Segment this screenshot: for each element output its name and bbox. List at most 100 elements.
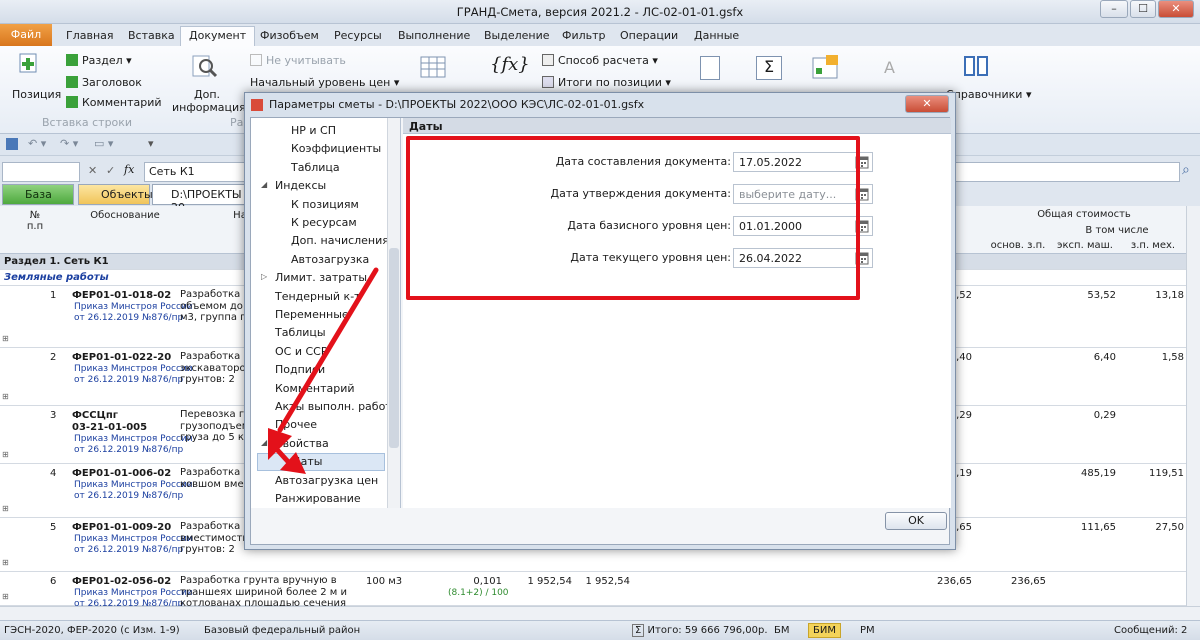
expand-icon[interactable]: ⊞ [2, 592, 9, 601]
undo-icon[interactable]: ↶ ▾ [28, 137, 46, 150]
tree-item[interactable]: Комментарий [275, 382, 355, 395]
tab-operations[interactable]: Операции [620, 29, 678, 42]
table-icon[interactable] [420, 56, 446, 80]
row-order-date[interactable]: от 26.12.2019 №876/пр [74, 491, 183, 501]
tree-item[interactable]: Автозагрузка цен [275, 474, 378, 487]
confirm-edit-icon[interactable]: ✓ [106, 164, 115, 177]
objects-button[interactable]: Объекты [78, 184, 153, 205]
row-order-link[interactable]: Приказ Минстроя России [74, 364, 193, 374]
tree-item[interactable]: Таблица [291, 161, 340, 174]
tree-scrollbar[interactable] [387, 118, 400, 508]
tree-scroll-thumb[interactable] [389, 248, 399, 448]
text-icon[interactable]: A [884, 58, 904, 80]
search-icon[interactable]: ⌕ [1182, 162, 1190, 178]
document-icon[interactable] [700, 56, 720, 80]
row-order-link[interactable]: Приказ Минстроя России [74, 434, 193, 444]
handbooks-button[interactable]: Справочники ▾ [946, 88, 1031, 101]
function-icon[interactable]: {fx} [490, 54, 530, 75]
minimize-button[interactable]: – [1100, 0, 1128, 18]
calc-method-button[interactable]: Способ расчета ▾ [542, 54, 658, 67]
tree-item[interactable]: Автозагрузка [291, 253, 369, 266]
file-path-tab[interactable]: D:\ПРОЕКТЫ 20 [152, 184, 248, 214]
tree-expander-icon[interactable]: ◢ [261, 180, 267, 189]
tree-item[interactable]: К позициям [291, 198, 359, 211]
tab-document[interactable]: Документ [180, 26, 256, 46]
tree-item[interactable]: Ранжирование [275, 492, 361, 505]
heading-button[interactable]: Заголовок [66, 76, 142, 89]
tree-item[interactable]: Доп. начисления [291, 234, 389, 247]
ok-button[interactable]: OK [885, 512, 947, 530]
price-level-button[interactable]: Начальный уровень цен ▾ [250, 76, 399, 89]
status-messages[interactable]: Сообщений: 2 [1114, 625, 1187, 636]
tree-item[interactable]: Переменные [275, 308, 349, 321]
tree-item[interactable]: Подписи [275, 363, 325, 376]
chart-table-icon[interactable] [812, 54, 840, 80]
tab-insert[interactable]: Вставка [128, 29, 175, 42]
col-ekspmash-header: эксп. маш. [1057, 240, 1113, 251]
bm-toggle[interactable]: БМ [770, 624, 794, 637]
tab-selection[interactable]: Выделение [484, 29, 550, 42]
tab-data[interactable]: Данные [694, 29, 739, 42]
redo-icon[interactable]: ↷ ▾ [60, 137, 78, 150]
tree-item[interactable]: Коэффициенты [291, 142, 381, 155]
qat-customize-icon[interactable]: ▾ [148, 137, 154, 150]
base-button[interactable]: База [2, 184, 74, 205]
tree-item[interactable]: Свойства [275, 437, 329, 450]
expand-icon[interactable]: ⊞ [2, 392, 9, 401]
row-order-date[interactable]: от 26.12.2019 №876/пр [74, 375, 183, 385]
row-order-link[interactable]: Приказ Минстроя России [74, 534, 193, 544]
totals-button[interactable]: Итоги по позиции ▾ [542, 76, 671, 89]
tree-item[interactable]: Таблицы [275, 326, 326, 339]
expand-icon[interactable]: ⊞ [2, 334, 9, 343]
tree-item[interactable]: Индексы [275, 179, 326, 192]
sigma-icon[interactable]: Σ [756, 56, 782, 80]
tree-item[interactable]: Даты [257, 453, 385, 472]
horizontal-scrollbar[interactable] [0, 606, 1200, 620]
rm-toggle[interactable]: РМ [856, 624, 879, 637]
print-icon[interactable]: ▭ ▾ [94, 137, 113, 150]
table-row[interactable]: 6 ФЕР01-02-056-02 Приказ Минстроя России от… [0, 572, 1200, 621]
tree-item[interactable]: Акты выполн. работ [275, 400, 392, 413]
row-order-link[interactable]: Приказ Минстроя России [74, 302, 193, 312]
tree-expander-icon[interactable]: ◢ [261, 438, 267, 447]
tree-expander-icon[interactable]: ▷ [261, 272, 267, 281]
close-button[interactable]: ✕ [1158, 0, 1194, 18]
tree-item[interactable]: Лимит. затраты [275, 271, 367, 284]
expand-icon[interactable]: ⊞ [2, 504, 9, 513]
tab-execution[interactable]: Выполнение [398, 29, 470, 42]
row-order-date[interactable]: от 26.12.2019 №876/пр [74, 545, 183, 555]
tab-physvolume[interactable]: Физобъем [260, 29, 319, 42]
tree-item[interactable]: ОС и ССР [275, 345, 327, 358]
tab-file[interactable]: Файл [0, 24, 52, 46]
tab-home[interactable]: Главная [66, 29, 114, 42]
handbooks-icon[interactable] [962, 54, 990, 80]
fx-icon[interactable]: fx [124, 163, 134, 176]
dialog-close-button[interactable]: ✕ [905, 95, 949, 113]
tree-item[interactable]: НР и СП [291, 124, 336, 137]
dop-info-line2[interactable]: информация [172, 101, 246, 114]
expand-icon[interactable]: ⊞ [2, 450, 9, 459]
tree-item[interactable]: Тендерный к-т [275, 290, 361, 303]
bim-toggle[interactable]: БИМ [808, 623, 841, 638]
tree-item[interactable]: Прочее [275, 418, 317, 431]
row-order-date[interactable]: от 26.12.2019 №876/пр [74, 445, 183, 455]
tab-resources[interactable]: Ресурсы [334, 29, 382, 42]
tree-item[interactable]: К ресурсам [291, 216, 357, 229]
section-button[interactable]: Раздел ▾ [66, 54, 132, 67]
name-box[interactable] [2, 162, 80, 182]
row-order-link[interactable]: Приказ Минстроя России [74, 588, 193, 598]
comment-button[interactable]: Комментарий [66, 96, 162, 109]
vertical-scrollbar[interactable] [1186, 206, 1200, 606]
row-order-link[interactable]: Приказ Минстроя России [74, 480, 193, 490]
position-button[interactable]: Позиция [12, 88, 61, 101]
tab-filter[interactable]: Фильтр [562, 29, 606, 42]
magnifier-icon[interactable] [192, 54, 218, 80]
maximize-button[interactable]: ☐ [1130, 0, 1156, 18]
row-order-date[interactable]: от 26.12.2019 №876/пр [74, 313, 183, 323]
cancel-edit-icon[interactable]: ✕ [88, 164, 97, 177]
expand-icon[interactable]: ⊞ [2, 558, 9, 567]
dop-info-line1[interactable]: Доп. [194, 88, 220, 101]
save-icon[interactable] [6, 138, 18, 150]
position-icon[interactable] [18, 52, 40, 76]
ignore-button[interactable]: Не учитывать [250, 54, 346, 67]
